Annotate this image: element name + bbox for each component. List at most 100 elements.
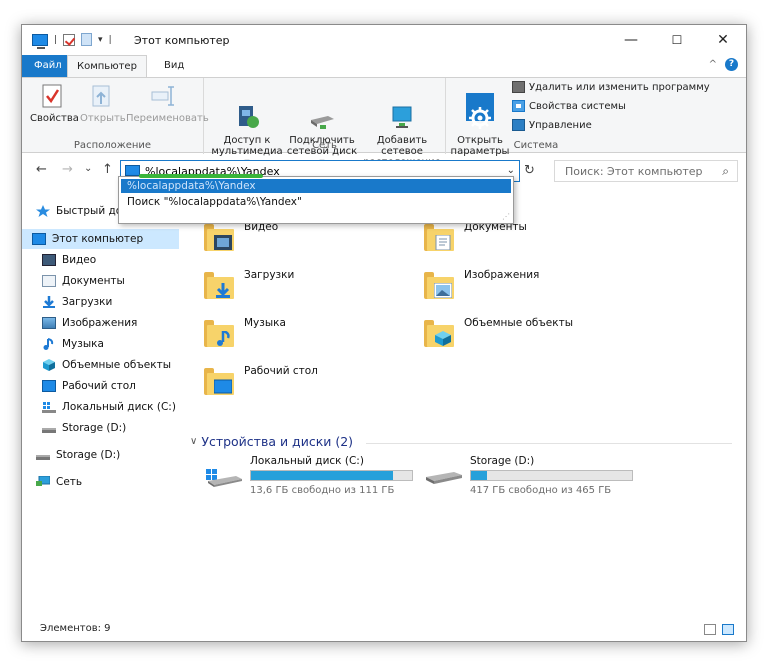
drive-item-c[interactable]: Локальный диск (C:) 13,6 ГБ свободно из …: [206, 455, 426, 501]
sidebar-item-video[interactable]: Видео: [22, 250, 179, 270]
chevron-down-icon: ∨: [190, 436, 198, 447]
properties-label: Свойства: [30, 113, 79, 124]
devices-section-header[interactable]: ∨ Устройства и диски (2): [190, 434, 353, 449]
resize-grip-icon[interactable]: ⋰: [502, 212, 510, 221]
drive-icon: [36, 455, 50, 460]
qat-customize-icon[interactable]: ▾: [98, 35, 103, 45]
recent-locations-button[interactable]: ⌄: [84, 163, 92, 174]
tab-view[interactable]: Вид: [155, 55, 193, 77]
tab-file[interactable]: Файл: [22, 55, 74, 77]
sidebar-item-downloads[interactable]: Загрузки: [22, 292, 179, 312]
back-button[interactable]: ←: [36, 162, 47, 177]
folder-item-downloads[interactable]: Загрузки: [204, 269, 414, 309]
map-network-drive-icon: [308, 93, 336, 129]
drive-usage-bar: [470, 470, 633, 481]
properties-icon[interactable]: [63, 33, 76, 46]
properties-icon: [38, 82, 66, 110]
ribbon-group-system: Открыть параметры Удалить или изменить п…: [446, 78, 746, 157]
highlight-underline: [139, 174, 263, 178]
new-folder-icon[interactable]: [81, 33, 93, 46]
map-network-drive-button[interactable]: Подключить сетевой диск ▾: [284, 82, 360, 168]
folder-item-desktop[interactable]: Рабочий стол: [204, 365, 414, 405]
manage-button[interactable]: Управление: [512, 119, 592, 131]
media-access-icon: [233, 93, 261, 128]
sidebar-item-this-pc[interactable]: Этот компьютер: [22, 229, 179, 249]
drive-usage-fill: [251, 471, 393, 480]
media-access-button[interactable]: Доступ к мультимедиа ▾: [210, 82, 284, 168]
rename-button[interactable]: Переименовать: [126, 82, 209, 124]
drive-usage-fill: [471, 471, 488, 480]
folder-icon: [204, 365, 234, 395]
address-dropdown-icon[interactable]: ⌄: [507, 165, 515, 176]
settings-gear-icon: [466, 93, 494, 129]
pictures-icon: [434, 283, 452, 298]
video-icon: [214, 235, 232, 250]
folder-icon: [204, 221, 234, 251]
close-button[interactable]: ✕: [700, 25, 746, 55]
refresh-button[interactable]: ↻: [524, 163, 535, 178]
desktop-icon: [214, 379, 232, 394]
rename-icon: [149, 82, 177, 110]
window-title: Этот компьютер: [134, 34, 230, 47]
suggestion-item-search[interactable]: Поиск "%localappdata%\Yandex": [127, 196, 302, 208]
sidebar-item-3d-objects[interactable]: Объемные объекты: [22, 355, 179, 375]
sidebar-item-label: Документы: [62, 275, 125, 287]
open-button[interactable]: Открыть: [80, 82, 126, 124]
ribbon-collapse-icon[interactable]: ^: [709, 59, 717, 70]
maximize-button[interactable]: ☐: [654, 25, 700, 55]
sidebar-item-label: Этот компьютер: [52, 233, 144, 245]
folder-icon: [204, 269, 234, 299]
sidebar-item-music[interactable]: Музыка: [22, 334, 179, 354]
sidebar-item-desktop[interactable]: Рабочий стол: [22, 376, 179, 396]
forward-button[interactable]: →: [62, 162, 73, 177]
system-properties-button[interactable]: Свойства системы: [512, 100, 626, 112]
drive-item-d[interactable]: Storage (D:) 417 ГБ свободно из 465 ГБ: [426, 455, 646, 501]
sidebar-item-storage-d-root[interactable]: Storage (D:): [22, 445, 179, 465]
group-label-location: Расположение: [73, 140, 152, 151]
sidebar-item-network[interactable]: Сеть: [22, 472, 179, 492]
folder-item-3d-objects[interactable]: Объемные объекты: [424, 317, 634, 357]
drive-free-space: 13,6 ГБ свободно из 111 ГБ: [250, 485, 395, 496]
add-network-location-button[interactable]: Добавить сетевое расположение: [360, 82, 444, 168]
sidebar-item-label: Storage (D:): [62, 422, 127, 434]
local-disk-icon: [42, 402, 56, 413]
large-icons-view-icon[interactable]: [722, 624, 734, 635]
help-icon[interactable]: ?: [725, 58, 738, 71]
up-button[interactable]: ↑: [102, 162, 113, 177]
open-label: Открыть: [80, 113, 126, 124]
sidebar-item-label: Локальный диск (C:): [62, 401, 176, 413]
sidebar-item-label: Объемные объекты: [62, 359, 172, 371]
sidebar-item-label: Музыка: [62, 338, 104, 350]
video-icon: [42, 254, 56, 266]
minimize-button[interactable]: —: [608, 25, 654, 55]
search-icon[interactable]: ⌕: [722, 164, 729, 179]
sidebar-item-storage-d[interactable]: Storage (D:): [22, 418, 179, 438]
folder-icon: [424, 269, 454, 299]
tab-computer[interactable]: Компьютер: [67, 55, 147, 78]
sidebar-item-label: Сеть: [56, 476, 83, 488]
sidebar-item-label: Видео: [62, 254, 97, 266]
sidebar-item-label: Рабочий стол: [62, 380, 136, 392]
folder-name: Рабочий стол: [244, 365, 318, 377]
music-icon: [43, 338, 54, 350]
sidebar-item-pictures[interactable]: Изображения: [22, 313, 179, 333]
sidebar-item-local-disk-c[interactable]: Локальный диск (C:): [22, 397, 179, 417]
details-view-icon[interactable]: [704, 624, 716, 635]
suggestion-item-highlighted[interactable]: %localappdata%\Yandex: [121, 179, 511, 193]
uninstall-program-button[interactable]: Удалить или изменить программу: [512, 81, 710, 93]
folder-item-music[interactable]: Музыка: [204, 317, 414, 357]
sidebar-item-documents[interactable]: Документы: [22, 271, 179, 291]
search-input[interactable]: Поиск: Этот компьютер: [565, 165, 703, 178]
explorer-window: | ▾ | Этот компьютер — ☐ ✕ Файл Компьюте…: [21, 24, 747, 642]
system-properties-icon: [512, 100, 525, 112]
properties-button[interactable]: Свойства: [30, 82, 79, 124]
folder-item-video[interactable]: Видео: [204, 221, 414, 261]
folder-item-documents[interactable]: Документы: [424, 221, 634, 261]
devices-header-label: Устройства и диски (2): [201, 434, 354, 449]
folder-item-pictures[interactable]: Изображения: [424, 269, 634, 309]
search-box[interactable]: Поиск: Этот компьютер ⌕: [554, 160, 738, 182]
sidebar-item-label: Storage (D:): [56, 449, 121, 461]
folder-name: Загрузки: [244, 269, 295, 281]
add-network-location-icon: [388, 93, 416, 128]
documents-icon: [42, 275, 56, 287]
